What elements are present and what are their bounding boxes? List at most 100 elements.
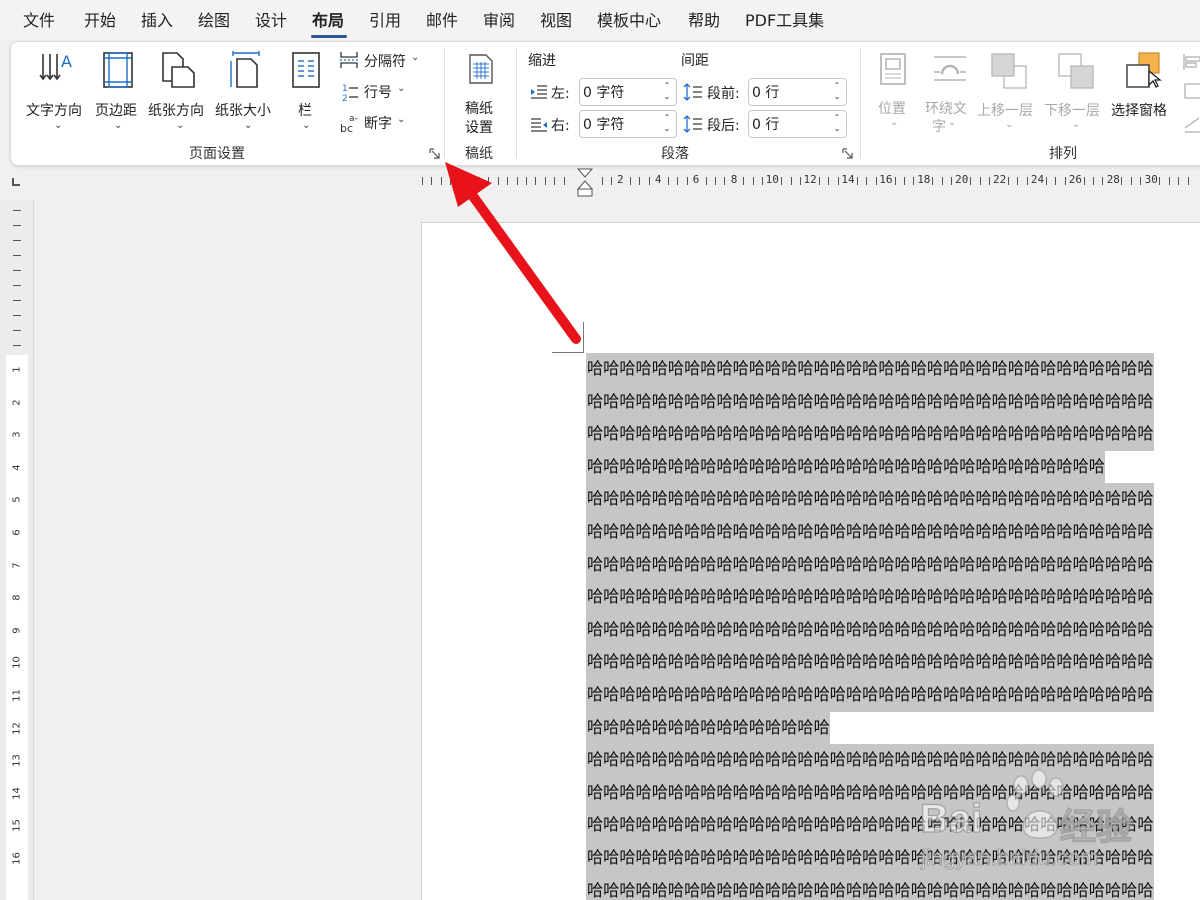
- text-line[interactable]: 哈哈哈哈哈哈哈哈哈哈哈哈哈哈哈哈哈哈哈哈哈哈哈哈哈哈哈哈哈哈哈哈哈哈哈: [586, 515, 1200, 549]
- menu-view[interactable]: 视图: [540, 10, 572, 32]
- text-line[interactable]: 哈哈哈哈哈哈哈哈哈哈哈哈哈哈哈哈哈哈哈哈哈哈哈哈哈哈哈哈哈哈哈哈哈哈哈: [586, 646, 1200, 679]
- size-button[interactable]: 纸张大小 ⌄: [215, 50, 281, 131]
- indent-right-spinner[interactable]: ⌃⌄: [579, 110, 677, 138]
- menu-help[interactable]: 帮助: [688, 10, 720, 32]
- menu-insert[interactable]: 插入: [141, 10, 173, 32]
- text-line[interactable]: 哈哈哈哈哈哈哈哈哈哈哈哈哈哈哈哈哈哈哈哈哈哈哈哈哈哈哈哈哈哈哈哈哈哈哈: [586, 353, 1200, 386]
- ruler-tick: [469, 177, 471, 185]
- indent-left-input[interactable]: [583, 83, 653, 101]
- menu-home[interactable]: 开始: [84, 10, 116, 32]
- ruler-tick: [790, 177, 792, 185]
- watermark-url: jingyan.baidu.com: [920, 845, 1099, 871]
- orientation-icon: [162, 52, 195, 88]
- text-line[interactable]: 哈哈哈哈哈哈哈哈哈哈哈哈哈哈哈哈哈哈哈哈哈哈哈哈哈哈哈哈哈哈哈哈哈哈哈: [586, 678, 1200, 712]
- text-line[interactable]: 哈哈哈哈哈哈哈哈哈哈哈哈哈哈哈哈哈哈哈哈哈哈哈哈哈哈哈哈哈哈哈哈哈哈哈: [586, 548, 1200, 582]
- text-line[interactable]: 哈哈哈哈哈哈哈哈哈哈哈哈哈哈哈哈哈哈哈哈哈哈哈哈哈哈哈哈哈哈哈哈哈哈哈: [586, 581, 1200, 614]
- selected-text[interactable]: 哈哈哈哈哈哈哈哈哈哈哈哈哈哈哈哈哈哈哈哈哈哈哈哈哈哈哈哈哈哈哈哈哈哈哈: [586, 385, 1154, 419]
- spin-arrows-icon[interactable]: ⌃ ⌄: [832, 80, 842, 102]
- text-line[interactable]: 哈哈哈哈哈哈哈哈哈哈哈哈哈哈哈哈哈哈哈哈哈哈哈哈哈哈哈哈哈哈哈哈哈哈哈: [586, 418, 1200, 451]
- paragraph-dialog-launcher-icon[interactable]: [842, 148, 854, 160]
- ruler-number: 30: [1144, 173, 1158, 186]
- spacing-after-label: 段后:: [707, 118, 740, 134]
- selection-pane-button[interactable]: 选择窗格: [1111, 50, 1177, 134]
- ruler-number: 15: [11, 819, 23, 833]
- selected-text[interactable]: 哈哈哈哈哈哈哈哈哈哈哈哈哈哈哈哈哈哈哈哈哈哈哈哈哈哈哈哈哈哈哈哈哈哈哈: [586, 581, 1154, 614]
- margins-icon: [103, 52, 133, 88]
- text-line[interactable]: 哈哈哈哈哈哈哈哈哈哈哈哈哈哈哈: [586, 711, 1200, 745]
- spin-arrows-icon[interactable]: ⌃ ⌄: [832, 112, 842, 134]
- page-setup-dialog-launcher-icon[interactable]: [429, 148, 441, 160]
- vertical-ruler[interactable]: 1 2 3 4 5 6 7 8 9 10 11 12 13 14 15 16: [0, 200, 34, 900]
- menu-mailings[interactable]: 邮件: [426, 10, 458, 32]
- columns-button[interactable]: 栏 ⌄: [289, 50, 323, 131]
- position-button[interactable]: 位置 ⌄: [873, 50, 913, 134]
- selected-text[interactable]: 哈哈哈哈哈哈哈哈哈哈哈哈哈哈哈哈哈哈哈哈哈哈哈哈哈哈哈哈哈哈哈哈: [586, 450, 1105, 484]
- indent-left-spinner[interactable]: ⌃⌄: [579, 78, 677, 106]
- text-line[interactable]: 哈哈哈哈哈哈哈哈哈哈哈哈哈哈哈哈哈哈哈哈哈哈哈哈哈哈哈哈哈哈哈哈: [586, 450, 1200, 484]
- orientation-button[interactable]: 纸张方向 ⌄: [146, 50, 212, 131]
- ruler-tick: [932, 177, 934, 185]
- menu-draw[interactable]: 绘图: [198, 10, 230, 32]
- ruler-number: 2: [617, 173, 624, 186]
- selected-text[interactable]: 哈哈哈哈哈哈哈哈哈哈哈哈哈哈哈哈哈哈哈哈哈哈哈哈哈哈哈哈哈哈哈哈哈哈哈: [586, 678, 1154, 712]
- ruler-number: 24: [1030, 173, 1045, 186]
- selected-text[interactable]: 哈哈哈哈哈哈哈哈哈哈哈哈哈哈哈哈哈哈哈哈哈哈哈哈哈哈哈哈哈哈哈哈哈哈哈: [586, 646, 1154, 679]
- ruler-number: 5: [11, 496, 23, 504]
- breaks-button[interactable]: 分隔符 ⌄: [339, 50, 429, 72]
- align-icon[interactable]: [1181, 52, 1200, 142]
- watermark-brand-cn: 经验: [1059, 806, 1133, 848]
- tab-selector[interactable]: [12, 178, 20, 186]
- ruler-tick: [752, 177, 754, 185]
- ruler-tick: [1093, 177, 1094, 185]
- manuscript-setup-button[interactable]: 稿纸 设置: [457, 50, 505, 136]
- ruler-tick: [535, 177, 537, 185]
- wrap-text-button[interactable]: 环绕文 字 ⌄: [921, 50, 977, 135]
- text-direction-button[interactable]: A 文字方向 ⌄: [23, 50, 93, 131]
- columns-label: 栏: [298, 103, 312, 119]
- spacing-after-input[interactable]: [752, 115, 822, 133]
- ruler-tick: [1178, 177, 1179, 185]
- selected-text[interactable]: 哈哈哈哈哈哈哈哈哈哈哈哈哈哈哈哈哈哈哈哈哈哈哈哈哈哈哈哈哈哈哈哈哈哈哈: [586, 418, 1154, 451]
- menu-design[interactable]: 设计: [255, 10, 287, 32]
- ruler-tick: [13, 255, 21, 256]
- ruler-tick: [875, 177, 877, 185]
- selected-text[interactable]: 哈哈哈哈哈哈哈哈哈哈哈哈哈哈哈哈哈哈哈哈哈哈哈哈哈哈哈哈哈哈哈哈哈哈哈: [586, 613, 1154, 647]
- ruler-number: 26: [1068, 173, 1083, 186]
- menu-pdf-tools[interactable]: PDF工具集: [745, 10, 824, 32]
- spin-arrows-icon[interactable]: ⌃ ⌄: [662, 112, 672, 134]
- text-line[interactable]: 哈哈哈哈哈哈哈哈哈哈哈哈哈哈哈哈哈哈哈哈哈哈哈哈哈哈哈哈哈哈哈哈哈哈哈: [586, 483, 1200, 516]
- ruler-number: 12: [803, 173, 817, 186]
- menu-review[interactable]: 审阅: [483, 10, 515, 32]
- ruler-tick: [611, 177, 612, 185]
- ruler-number: 18: [917, 173, 931, 186]
- bring-forward-button[interactable]: 上移一层 ⌄: [977, 50, 1041, 134]
- margins-button[interactable]: 页边距 ⌄: [93, 50, 143, 131]
- send-backward-button[interactable]: 下移一层 ⌄: [1044, 50, 1108, 134]
- selected-text[interactable]: 哈哈哈哈哈哈哈哈哈哈哈哈哈哈哈哈哈哈哈哈哈哈哈哈哈哈哈哈哈哈哈哈哈哈哈: [586, 548, 1154, 582]
- selected-text[interactable]: 哈哈哈哈哈哈哈哈哈哈哈哈哈哈哈哈哈哈哈哈哈哈哈哈哈哈哈哈哈哈哈哈哈哈哈: [586, 353, 1154, 386]
- horizontal-ruler[interactable]: 2 4 6 8 10 12 14 16 18 20 22 24 26 28 30: [420, 168, 1200, 198]
- menu-template-center[interactable]: 模板中心: [597, 10, 661, 32]
- indent-marker-icon[interactable]: [576, 168, 594, 198]
- ruler-number: 11: [11, 689, 23, 702]
- text-line[interactable]: 哈哈哈哈哈哈哈哈哈哈哈哈哈哈哈哈哈哈哈哈哈哈哈哈哈哈哈哈哈哈哈哈哈哈哈: [586, 613, 1200, 647]
- spacing-before-input[interactable]: [752, 83, 822, 101]
- line-numbers-button[interactable]: 1 2 行号 ⌄: [339, 81, 429, 103]
- menu-layout[interactable]: 布局: [312, 10, 344, 32]
- text-line[interactable]: 哈哈哈哈哈哈哈哈哈哈哈哈哈哈哈哈哈哈哈哈哈哈哈哈哈哈哈哈哈哈哈哈哈哈哈: [586, 385, 1200, 419]
- indent-right-input[interactable]: [583, 115, 653, 133]
- ruler-tick: [526, 177, 527, 185]
- selected-text[interactable]: 哈哈哈哈哈哈哈哈哈哈哈哈哈哈哈哈哈哈哈哈哈哈哈哈哈哈哈哈哈哈哈哈哈哈哈: [586, 483, 1154, 516]
- selected-text[interactable]: 哈哈哈哈哈哈哈哈哈哈哈哈哈哈哈哈哈哈哈哈哈哈哈哈哈哈哈哈哈哈哈哈哈哈哈: [586, 515, 1154, 549]
- menu-references[interactable]: 引用: [369, 10, 401, 32]
- ruler-tick: [762, 177, 764, 185]
- hyphenation-button[interactable]: a- bc 断字 ⌄: [339, 112, 429, 134]
- spin-arrows-icon[interactable]: ⌃ ⌄: [662, 80, 672, 102]
- selected-text[interactable]: 哈哈哈哈哈哈哈哈哈哈哈哈哈哈哈: [586, 711, 830, 745]
- spacing-before-spinner[interactable]: ⌃⌄: [748, 78, 847, 106]
- orientation-label: 纸张方向: [148, 103, 204, 119]
- ruler-number: 14: [841, 173, 855, 186]
- menu-file[interactable]: 文件: [23, 10, 55, 32]
- spacing-after-spinner[interactable]: ⌃⌄: [748, 110, 847, 138]
- spacing-before-icon: [683, 83, 702, 101]
